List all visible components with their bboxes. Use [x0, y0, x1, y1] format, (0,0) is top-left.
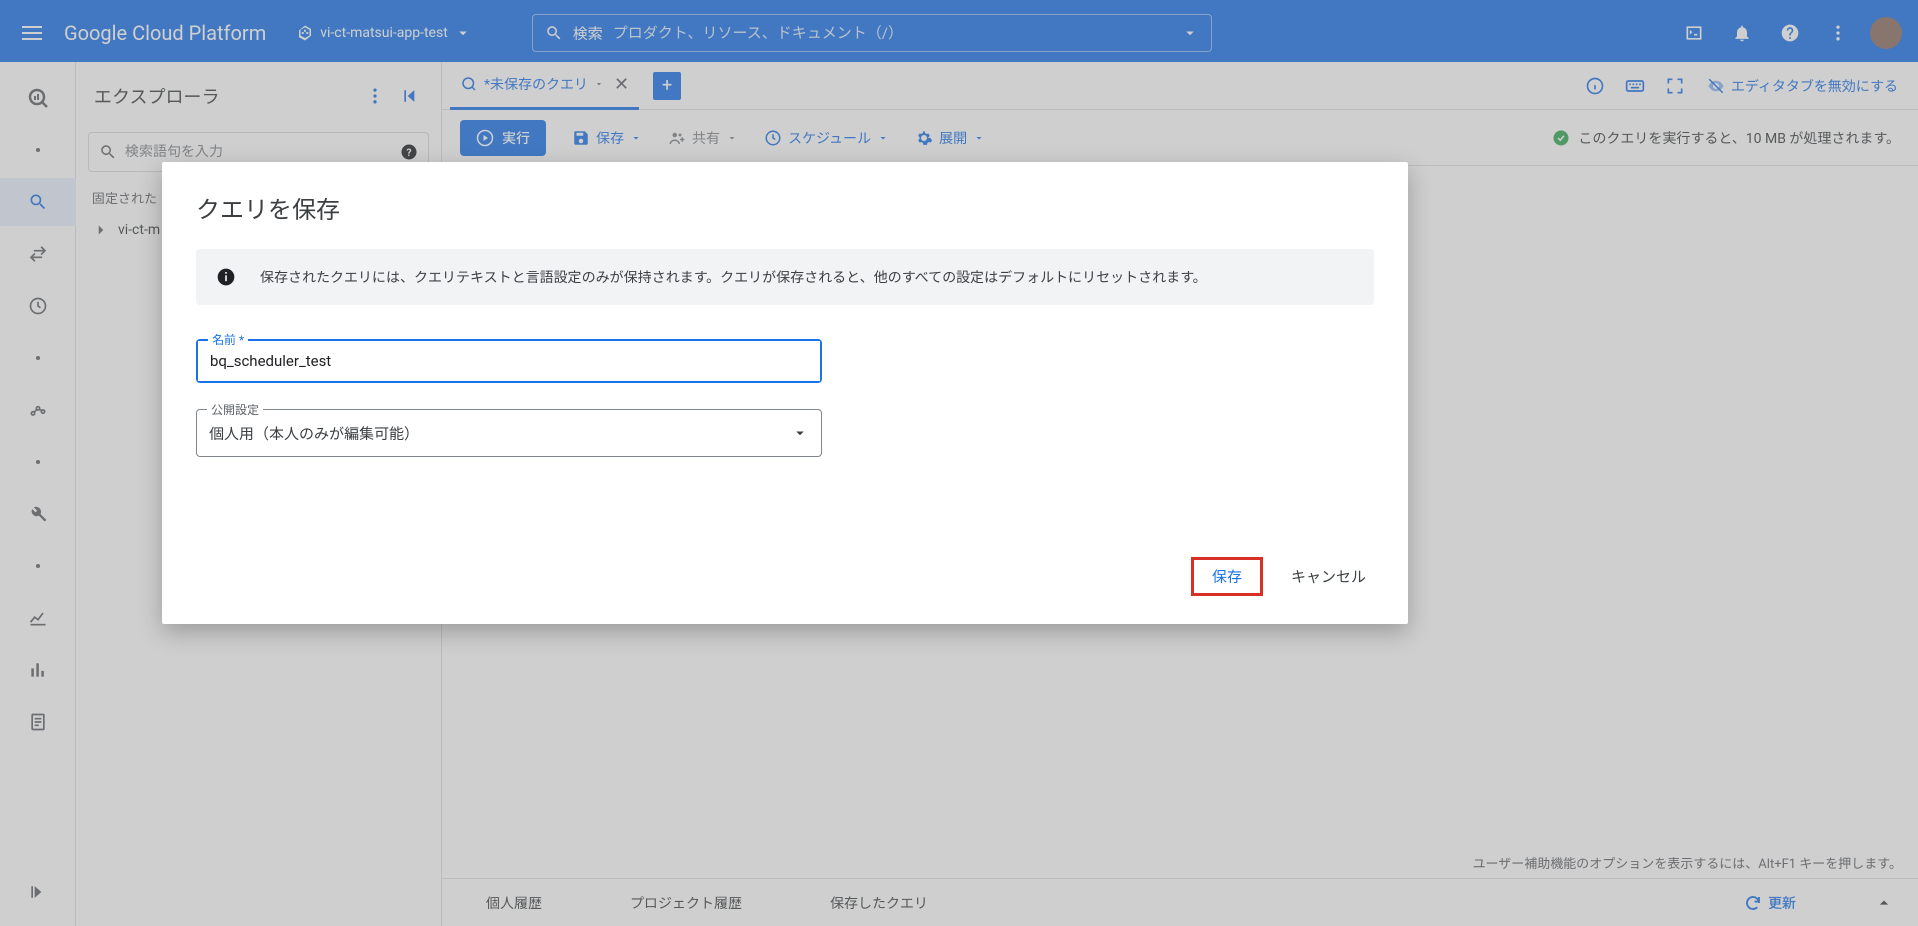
dialog-info-text: 保存されたクエリには、クエリテキストと言語設定のみが保持されます。クエリが保存さ… — [260, 267, 1207, 287]
dialog-title: クエリを保存 — [196, 190, 1374, 225]
name-field-label: 名前 * — [208, 331, 248, 348]
dialog-info-banner: 保存されたクエリには、クエリテキストと言語設定のみが保持されます。クエリが保存さ… — [196, 249, 1374, 305]
save-query-dialog: クエリを保存 保存されたクエリには、クエリテキストと言語設定のみが保持されます。… — [162, 162, 1408, 624]
visibility-label: 公開設定 — [207, 401, 263, 418]
info-icon — [216, 267, 236, 287]
dialog-save-button[interactable]: 保存 — [1191, 557, 1263, 596]
chevron-down-icon — [791, 424, 809, 442]
dialog-cancel-button[interactable]: キャンセル — [1283, 560, 1374, 593]
dialog-actions: 保存 キャンセル — [196, 557, 1374, 596]
name-input[interactable] — [198, 341, 820, 381]
visibility-select[interactable]: 公開設定 個人用（本人のみが編集可能） — [196, 409, 822, 457]
name-field[interactable]: 名前 * — [196, 339, 822, 383]
visibility-value: 個人用（本人のみが編集可能） — [209, 423, 791, 444]
